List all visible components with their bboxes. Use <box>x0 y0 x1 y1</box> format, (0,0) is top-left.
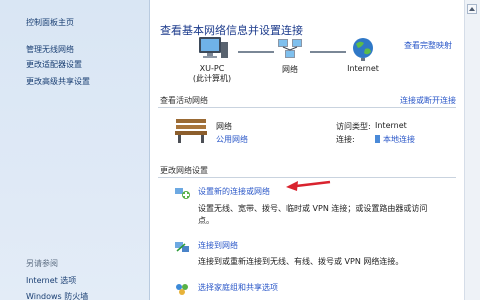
see-also-windows-firewall[interactable]: Windows 防火墙 <box>26 291 88 300</box>
setup-new-connection-desc: 设置无线、宽带、拨号、临时或 VPN 连接；或设置路由器或访问 点。 <box>198 203 468 227</box>
access-type-label: 访问类型: <box>336 122 371 131</box>
connect-to-network-link[interactable]: 连接到网络 <box>198 240 238 251</box>
homegroup-sharing-link[interactable]: 选择家庭组和共享选项 <box>198 282 278 293</box>
vertical-scrollbar[interactable] <box>464 0 480 300</box>
network-icon <box>278 39 302 58</box>
node-label-pc: XU-PC <box>199 64 225 73</box>
control-panel-home-link[interactable]: 控制面板主页 <box>26 17 74 28</box>
connection-line <box>238 51 274 53</box>
connect-disconnect-link[interactable]: 连接或断开连接 <box>400 95 456 106</box>
node-label-internet: Internet <box>347 64 379 73</box>
homegroup-icon <box>176 284 188 295</box>
active-network-name: 网络 <box>216 122 232 131</box>
connect-to-network-icon <box>175 242 189 252</box>
left-sidebar: 控制面板主页 管理无线网络 更改适配器设置 更改高级共享设置 另请参阅 Inte… <box>0 0 150 300</box>
red-arrow-annotation <box>286 180 331 191</box>
change-settings-header: 更改网络设置 <box>158 164 456 178</box>
sidebar-item-adapter-settings[interactable]: 更改适配器设置 <box>26 59 82 70</box>
node-internet: Internet <box>338 36 388 73</box>
main-content: 查看基本网络信息并设置连接 查看完整映射 XU-PC (此计算机) 网络 Int… <box>150 0 480 300</box>
access-type-value: Internet <box>375 121 407 130</box>
local-connection-link[interactable]: 本地连接 <box>375 134 415 145</box>
node-network: 网络 <box>272 36 308 75</box>
sidebar-item-manage-wireless[interactable]: 管理无线网络 <box>26 44 74 55</box>
network-type-link[interactable]: 公用网络 <box>216 134 248 145</box>
node-label-pc-sub: (此计算机) <box>192 74 232 83</box>
scroll-up-arrow-icon[interactable] <box>467 4 477 14</box>
local-connection-label: 本地连接 <box>383 135 415 144</box>
connect-to-network-desc: 连接到或重新连接到无线、有线、拨号或 VPN 网络连接。 <box>198 257 404 266</box>
active-networks-title: 查看活动网络 <box>160 96 208 105</box>
setup-new-connection-link[interactable]: 设置新的连接或网络 <box>198 186 270 197</box>
sidebar-item-advanced-sharing[interactable]: 更改高级共享设置 <box>26 76 90 87</box>
setup-desc-line2: 点。 <box>198 216 214 225</box>
node-label-network: 网络 <box>282 65 298 74</box>
see-also-internet-options[interactable]: Internet 选项 <box>26 275 76 286</box>
view-full-map-link[interactable]: 查看完整映射 <box>404 40 452 51</box>
setup-desc-line1: 设置无线、宽带、拨号、临时或 VPN 连接；或设置路由器或访问 <box>198 204 428 213</box>
computer-icon <box>199 37 228 58</box>
change-settings-title: 更改网络设置 <box>160 166 208 175</box>
new-connection-icon <box>175 188 190 199</box>
see-also-title: 另请参阅 <box>26 259 58 268</box>
globe-icon <box>353 38 373 61</box>
active-networks-header: 查看活动网络 连接或断开连接 <box>158 94 456 108</box>
wired-connection-icon <box>375 135 380 143</box>
node-this-computer: XU-PC (此计算机) <box>186 36 238 84</box>
connection-label: 连接: <box>336 135 355 144</box>
public-network-bench-icon <box>175 119 207 143</box>
